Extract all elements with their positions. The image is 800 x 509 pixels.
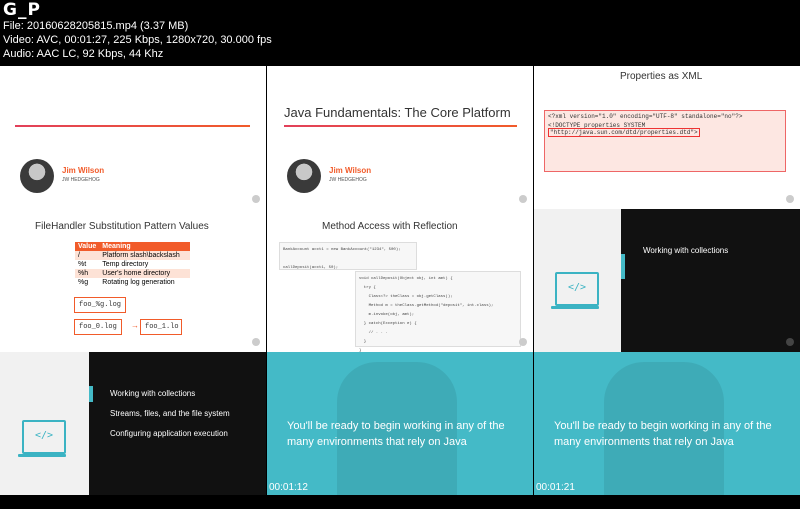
- thumbnail-7[interactable]: Working with collections Streams, files,…: [0, 352, 266, 495]
- video-info: Video: AVC, 00:01:27, 225 Kbps, 1280x720…: [3, 34, 272, 46]
- menu-item: Working with collections: [643, 246, 729, 255]
- col-meaning: Meaning: [99, 242, 191, 251]
- table-cell: %h: [75, 269, 100, 278]
- thumbnail-4[interactable]: FileHandler Substitution Pattern Values …: [0, 209, 266, 352]
- xml-highlight: "http://java.sun.com/dtd/properties.dtd"…: [548, 128, 700, 137]
- filename-box-0: foo_0.log: [74, 319, 122, 335]
- author-company: JW HEDGEHOG: [329, 177, 367, 183]
- corner-dot: [786, 195, 794, 203]
- table-cell: User's home directory: [99, 269, 191, 278]
- thumbnail-2[interactable]: Java Fundamentals: The Core Platform Jim…: [267, 66, 533, 209]
- code-snippet-2: void callDeposit(Object obj, int amt) { …: [355, 271, 521, 352]
- author-company: JW HEDGEHOG: [62, 177, 100, 183]
- author-name: Jim Wilson: [62, 166, 105, 175]
- table-cell: Platform slash\backslash: [99, 251, 191, 260]
- audio-info: Audio: AAC LC, 92 Kbps, 44 Khz: [3, 48, 164, 60]
- slide-title: Properties as XML: [620, 71, 703, 82]
- code-laptop-icon: </>: [22, 420, 66, 454]
- laptop-base: [18, 454, 66, 457]
- corner-dot: [786, 338, 794, 346]
- slide-title: Method Access with Reflection: [322, 221, 458, 232]
- thumbnail-9[interactable]: You'll be ready to begin working in any …: [534, 352, 800, 495]
- corner-dot: [519, 338, 527, 346]
- table-cell: Rotating log generation: [99, 278, 191, 287]
- corner-dot: [252, 195, 260, 203]
- file-info: File: 20160628205815.mp4 (3.37 MB): [3, 20, 189, 32]
- avatar: [20, 159, 54, 193]
- menu-item-3: Configuring application execution: [110, 429, 228, 438]
- accent-bar: [621, 254, 625, 279]
- slide-caption: You'll be ready to begin working in any …: [287, 420, 505, 448]
- author-name: Jim Wilson: [329, 166, 372, 175]
- code-laptop-icon: </>: [555, 272, 599, 306]
- thumbnail-5[interactable]: Method Access with Reflection BankAccoun…: [267, 209, 533, 352]
- xml-line-1: <?xml version="1.0" encoding="UTF-8" sta…: [548, 113, 743, 120]
- avatar: [287, 159, 321, 193]
- table-cell: Temp directory: [99, 260, 191, 269]
- slide-title: FileHandler Substitution Pattern Values: [35, 221, 209, 232]
- dark-panel: [621, 209, 800, 352]
- title-underline: [15, 125, 250, 127]
- laptop-base: [551, 306, 599, 309]
- filename-pattern-box: foo_%g.log: [74, 297, 127, 313]
- thumbnail-8[interactable]: You'll be ready to begin working in any …: [267, 352, 533, 495]
- title-underline: [284, 125, 517, 127]
- table-cell: %g: [75, 278, 100, 287]
- xml-code-box: <?xml version="1.0" encoding="UTF-8" sta…: [544, 110, 786, 172]
- pattern-table: Value Meaning / Platform slash\backslash …: [75, 242, 191, 287]
- menu-item-2: Streams, files, and the file system: [110, 409, 230, 418]
- thumbnail-3[interactable]: Properties as XML <?xml version="1.0" en…: [534, 66, 800, 209]
- table-cell: %t: [75, 260, 100, 269]
- corner-dot: [519, 195, 527, 203]
- code-snippet-1: BankAccount acct1 = new BankAccount("123…: [279, 242, 417, 270]
- dark-panel: [89, 352, 266, 495]
- timestamp: 00:01:21: [536, 482, 575, 493]
- header-title: G_P: [3, 0, 41, 20]
- menu-item-1: Working with collections: [110, 389, 196, 398]
- thumbnail-1[interactable]: Jim Wilson JW HEDGEHOG: [0, 66, 266, 209]
- col-value: Value: [75, 242, 100, 251]
- accent-bar: [89, 386, 93, 402]
- filename-box-1: foo_1.lo: [140, 319, 182, 335]
- arrow-icon: →: [131, 321, 139, 330]
- timestamp: 00:01:12: [269, 482, 308, 493]
- thumbnail-6[interactable]: Working with collections </>: [534, 209, 800, 352]
- table-cell: /: [75, 251, 100, 260]
- info-header: G_P File: 20160628205815.mp4 (3.37 MB) V…: [0, 0, 800, 66]
- corner-dot: [252, 338, 260, 346]
- slide-caption: You'll be ready to begin working in any …: [554, 420, 772, 448]
- slide-title: Java Fundamentals: The Core Platform: [284, 105, 511, 120]
